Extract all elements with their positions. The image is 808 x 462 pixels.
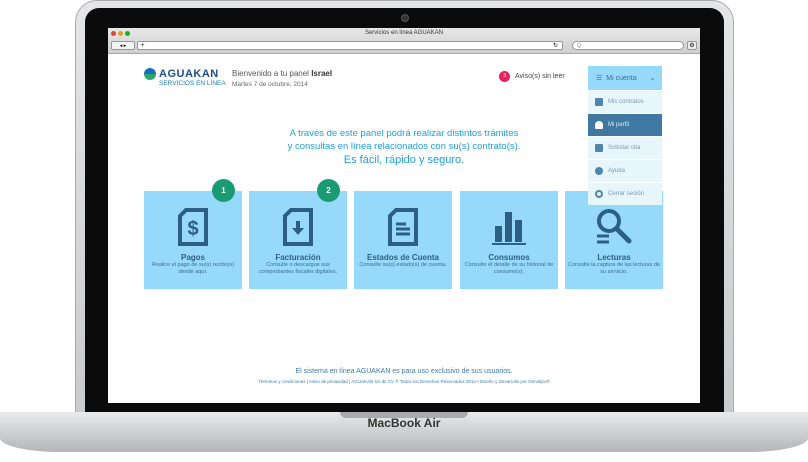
- contract-icon: [595, 98, 603, 106]
- dollar-document-icon: $: [178, 208, 208, 246]
- menu-item-cerrar-sesion[interactable]: Cerrar sesión: [588, 182, 662, 205]
- footer-links[interactable]: Términos y condiciones | Aviso de privac…: [108, 379, 700, 384]
- chevron-down-icon: ⌄: [649, 75, 656, 82]
- account-menu: ☰ Mi cuenta ⌄ Mis contratos Mi perfil Soli…: [588, 66, 662, 205]
- tile-lecturas[interactable]: Lecturas Consulte la captura de las lectu…: [565, 191, 663, 289]
- tile-consumos[interactable]: Consumos Consulte el detalle de su histor…: [460, 191, 558, 289]
- list-icon: ☰: [596, 75, 603, 82]
- user-icon: [595, 121, 603, 129]
- menu-item-contratos[interactable]: Mis contratos: [588, 90, 662, 113]
- document-icon: [388, 208, 418, 246]
- tile-facturacion[interactable]: 2 Facturación Consulte o descargue sus co…: [249, 179, 347, 289]
- plus-icon: +: [141, 43, 145, 49]
- camera: [401, 14, 409, 22]
- badge: 1: [212, 179, 235, 202]
- download-document-icon: [283, 208, 313, 246]
- logo-drop-icon: [144, 68, 156, 80]
- notif-count: 3: [499, 71, 510, 82]
- back-forward-buttons[interactable]: ◂ ▸: [111, 41, 135, 50]
- bar-chart-icon: [492, 212, 526, 245]
- gear-icon[interactable]: ⚙: [687, 41, 697, 50]
- footer-notice: El sistema en línea AGUAKAN es para uso …: [295, 368, 513, 375]
- logo[interactable]: AGUAKAN SERVICIOS EN LÍNEA: [144, 68, 226, 87]
- lifebuoy-icon: [595, 167, 603, 175]
- reload-icon[interactable]: ↻: [553, 42, 558, 50]
- tile-estados-cuenta[interactable]: Estados de Cuenta Consulte su(s) estado(s…: [354, 191, 452, 289]
- welcome-text: Bienvenido a tu panel Israel: [232, 69, 333, 78]
- badge: 2: [317, 179, 340, 202]
- magnifier-icon: [597, 209, 632, 244]
- menu-item-cita[interactable]: Solicitar cita: [588, 136, 662, 159]
- address-bar[interactable]: + ↻: [137, 41, 563, 50]
- svg-text:$: $: [187, 218, 198, 240]
- browser-chrome: Servicios en línea AGUAKAN ◂ ▸ + ↻ Q ⚙: [108, 28, 700, 54]
- user-name: Israel: [311, 69, 333, 78]
- power-icon: [595, 190, 603, 198]
- date: Martes 7 de octubre, 2014: [232, 81, 308, 88]
- account-menu-toggle[interactable]: ☰ Mi cuenta ⌄: [588, 66, 662, 90]
- device-brand: MacBook Air: [367, 416, 441, 430]
- tile-pagos[interactable]: 1 $ Pagos Realice el pago de su(s) recibo…: [144, 179, 242, 289]
- screen: Servicios en línea AGUAKAN ◂ ▸ + ↻ Q ⚙ AG…: [108, 28, 700, 403]
- menu-item-ayuda[interactable]: Ayuda: [588, 159, 662, 182]
- window-title: Servicios en línea AGUAKAN: [364, 30, 444, 36]
- search-input[interactable]: Q: [572, 41, 684, 50]
- menu-item-perfil[interactable]: Mi perfil: [588, 113, 662, 136]
- calendar-icon: [595, 144, 603, 152]
- notifications-link[interactable]: 3 Aviso(s) sin leer: [499, 71, 565, 82]
